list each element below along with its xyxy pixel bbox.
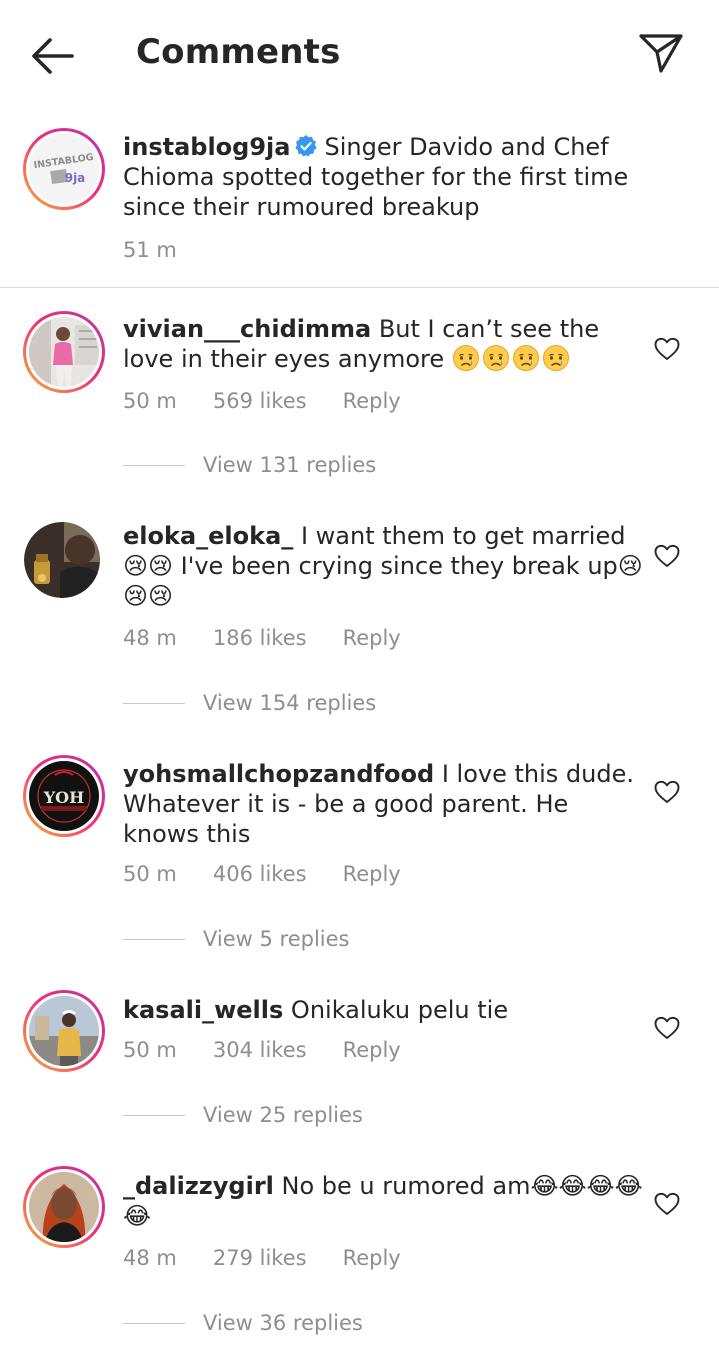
- paper-plane-icon: [639, 34, 683, 73]
- username[interactable]: yohsmallchopzandfood: [123, 760, 434, 788]
- back-button[interactable]: [26, 32, 78, 80]
- timestamp: 50 m: [123, 389, 177, 413]
- reply-button[interactable]: Reply: [343, 1246, 401, 1270]
- view-replies-text: View 25 replies: [203, 1103, 363, 1127]
- verified-badge-icon: [295, 135, 318, 157]
- reply-button[interactable]: Reply: [343, 626, 401, 650]
- comment-text: Onikaluku pelu tie: [290, 996, 509, 1024]
- avatar[interactable]: [24, 522, 100, 598]
- replies-divider-line: [123, 702, 185, 704]
- view-replies-text: View 154 replies: [203, 691, 377, 715]
- reply-button[interactable]: Reply: [343, 1038, 401, 1062]
- arrow-left-icon: [32, 38, 74, 74]
- sad-emoji-icon: [482, 344, 510, 372]
- view-replies-text: View 131 replies: [203, 453, 377, 477]
- view-replies-text: View 36 replies: [203, 1311, 363, 1335]
- timestamp: 48 m: [123, 626, 177, 650]
- view-replies-button[interactable]: View 36 replies: [123, 1311, 363, 1339]
- reply-button[interactable]: Reply: [343, 862, 401, 886]
- likes-count[interactable]: 304 likes: [213, 1038, 307, 1062]
- heart-icon[interactable]: [654, 1016, 680, 1040]
- yoh-logo: YOH: [29, 761, 99, 831]
- avatar[interactable]: YOH: [23, 755, 105, 837]
- divider: [0, 287, 719, 288]
- post-caption: INSTABLOG 9ja instablog9ja Singer Davido…: [0, 126, 719, 287]
- share-button[interactable]: [636, 30, 686, 76]
- timestamp: 48 m: [123, 1246, 177, 1270]
- comment-meta: 50 m 406 likes Reply: [123, 862, 401, 886]
- avatar-photo: [24, 522, 100, 598]
- avatar[interactable]: INSTABLOG 9ja: [23, 128, 105, 210]
- sad-emoji-icon: [512, 344, 540, 372]
- instablog-logo: INSTABLOG 9ja: [29, 134, 99, 204]
- caption-meta: 51 m: [123, 238, 177, 262]
- comment-meta: 48 m 186 likes Reply: [123, 626, 401, 650]
- view-replies-button[interactable]: View 131 replies: [123, 453, 376, 481]
- likes-count[interactable]: 186 likes: [213, 626, 307, 650]
- view-replies-button[interactable]: View 5 replies: [123, 927, 350, 955]
- avatar[interactable]: [23, 990, 105, 1072]
- timestamp: 50 m: [123, 1038, 177, 1062]
- replies-divider-line: [123, 938, 185, 940]
- emoji-group: [452, 345, 572, 373]
- sad-emoji-icon: [452, 344, 480, 372]
- comment-meta: 50 m 304 likes Reply: [123, 1038, 401, 1062]
- likes-count[interactable]: 406 likes: [213, 862, 307, 886]
- comment-text-block: vivian___chidimma But I can’t see the lo…: [123, 314, 643, 374]
- comment-text-block: yohsmallchopzandfood I love this dude. W…: [123, 759, 643, 849]
- reply-button[interactable]: Reply: [343, 389, 401, 413]
- comment-meta: 50 m 569 likes Reply: [123, 389, 401, 413]
- avatar[interactable]: [23, 311, 105, 393]
- comment-text-block: eloka_eloka_ I want them to get married😢…: [123, 521, 643, 611]
- view-replies-button[interactable]: View 154 replies: [123, 691, 376, 719]
- heart-icon[interactable]: [654, 337, 680, 361]
- comment-meta: 48 m 279 likes Reply: [123, 1246, 401, 1270]
- comments-screen: Comments INSTABLOG 9ja instablog9ja Sing…: [0, 0, 719, 1357]
- view-replies-text: View 5 replies: [203, 927, 350, 951]
- avatar-photo: [29, 317, 99, 387]
- username[interactable]: vivian___chidimma: [123, 315, 371, 343]
- header: Comments: [0, 0, 719, 108]
- username[interactable]: _dalizzygirl: [123, 1172, 274, 1200]
- comment-text-block: _dalizzygirl No be u rumored am😂😂😂😂😂: [123, 1171, 643, 1231]
- svg-text:9ja: 9ja: [65, 171, 86, 185]
- replies-divider-line: [123, 1114, 185, 1116]
- comment-text-block: kasali_wells Onikaluku pelu tie: [123, 995, 643, 1025]
- replies-divider-line: [123, 1322, 185, 1324]
- caption-text-block: instablog9ja Singer Davido and Chef Chio…: [123, 132, 643, 222]
- heart-icon[interactable]: [654, 780, 680, 804]
- avatar-photo: [29, 1172, 99, 1242]
- likes-count[interactable]: 279 likes: [213, 1246, 307, 1270]
- heart-icon[interactable]: [654, 1192, 680, 1216]
- username[interactable]: instablog9ja: [123, 133, 290, 161]
- svg-text:YOH: YOH: [43, 788, 84, 807]
- username[interactable]: eloka_eloka_: [123, 522, 293, 550]
- page-title: Comments: [136, 32, 341, 72]
- sad-emoji-icon: [542, 344, 570, 372]
- avatar[interactable]: [23, 1166, 105, 1248]
- avatar-photo: [29, 996, 99, 1066]
- username[interactable]: kasali_wells: [123, 996, 283, 1024]
- view-replies-button[interactable]: View 25 replies: [123, 1103, 363, 1131]
- replies-divider-line: [123, 464, 185, 466]
- likes-count[interactable]: 569 likes: [213, 389, 307, 413]
- timestamp: 51 m: [123, 238, 177, 262]
- heart-icon[interactable]: [654, 544, 680, 568]
- timestamp: 50 m: [123, 862, 177, 886]
